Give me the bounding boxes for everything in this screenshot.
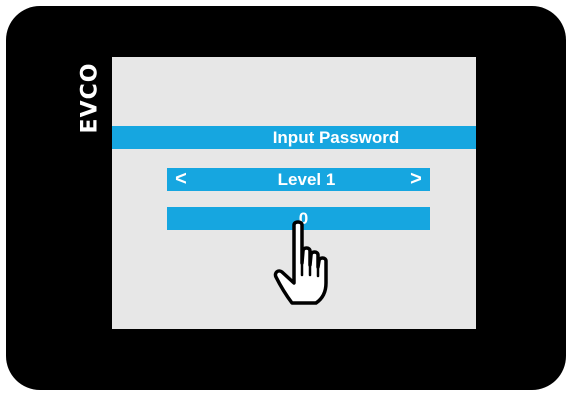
level-label: Level 1 (277, 170, 336, 189)
title-bar: Input Password (112, 126, 476, 149)
next-level-button[interactable]: > (404, 168, 428, 191)
chevron-right-icon: > (410, 168, 422, 190)
pointing-hand-icon (273, 220, 328, 305)
brand-logo: EVCO (70, 56, 110, 140)
display-screen: Input Password < Level 1 > 0 (112, 57, 476, 329)
level-selector: < Level 1 > (167, 168, 430, 191)
page-title: Input Password (272, 127, 400, 147)
brand-logo-text: EVCO (77, 62, 103, 134)
device-bezel: EVCO Input Password < Level 1 > 0 (6, 6, 566, 390)
